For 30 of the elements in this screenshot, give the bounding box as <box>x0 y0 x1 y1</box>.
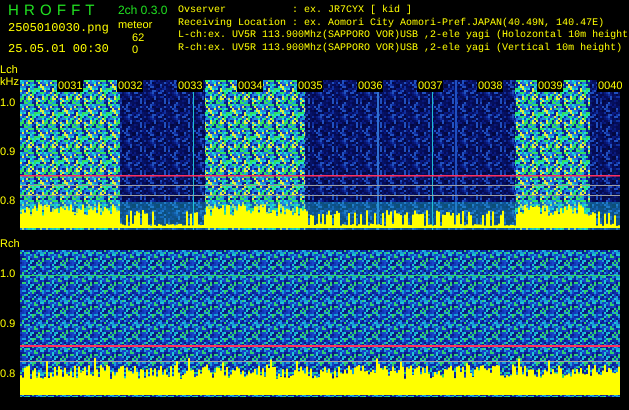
minute-label: 0031 <box>57 80 84 92</box>
meteor-label: meteor <box>118 19 154 32</box>
info-line: Receiving Location : ex. Aomori City Aomori-Pref.JAPAN(40.49N, 140.47E) <box>178 18 606 30</box>
app-title: H R O F F T <box>8 3 96 19</box>
minute-label: 0039 <box>537 80 564 92</box>
meteor-count: 62 <box>131 32 146 44</box>
minute-label: 0040 <box>597 80 624 92</box>
version-label: 2ch 0.3.0 <box>118 4 168 17</box>
channel-label: Lch <box>0 64 18 76</box>
minute-label: 0036 <box>357 80 384 92</box>
axis-label: 1.0 <box>0 97 16 109</box>
axis-label: 0.8 <box>0 195 16 207</box>
minute-label: 0035 <box>297 80 324 92</box>
file-name: 2505010030.png <box>8 21 110 35</box>
minute-label: 0034 <box>237 80 264 92</box>
axis-unit: kHz <box>0 76 19 88</box>
axis-label: 0.9 <box>0 146 16 158</box>
minute-label: 0033 <box>177 80 204 92</box>
info-line: Ovserver : ex. JR7CYX [ kid ] <box>178 5 414 18</box>
channel-label: Rch <box>0 238 20 250</box>
info-line: L-ch:ex. UV5R 113.900Mhz(SAPPORO VOR)USB ,2-ele yagi (Holozontal 10m height <box>178 30 628 42</box>
info-line: R-ch:ex. UV5R 113.900Mhz(SAPPORO VOR)USB ,2-ele yagi (Vertical 10m height) <box>178 42 624 55</box>
timestamp: 25.05.01 00:30 <box>8 42 110 56</box>
minute-label: 0038 <box>477 80 504 92</box>
axis-label: 1.0 <box>0 268 16 280</box>
axis-label: 0.8 <box>0 368 16 380</box>
minute-label: 0032 <box>117 80 144 92</box>
meteor-count: 0 <box>131 44 140 56</box>
axis-label: 0.9 <box>0 318 16 330</box>
minute-label: 0037 <box>417 80 444 92</box>
